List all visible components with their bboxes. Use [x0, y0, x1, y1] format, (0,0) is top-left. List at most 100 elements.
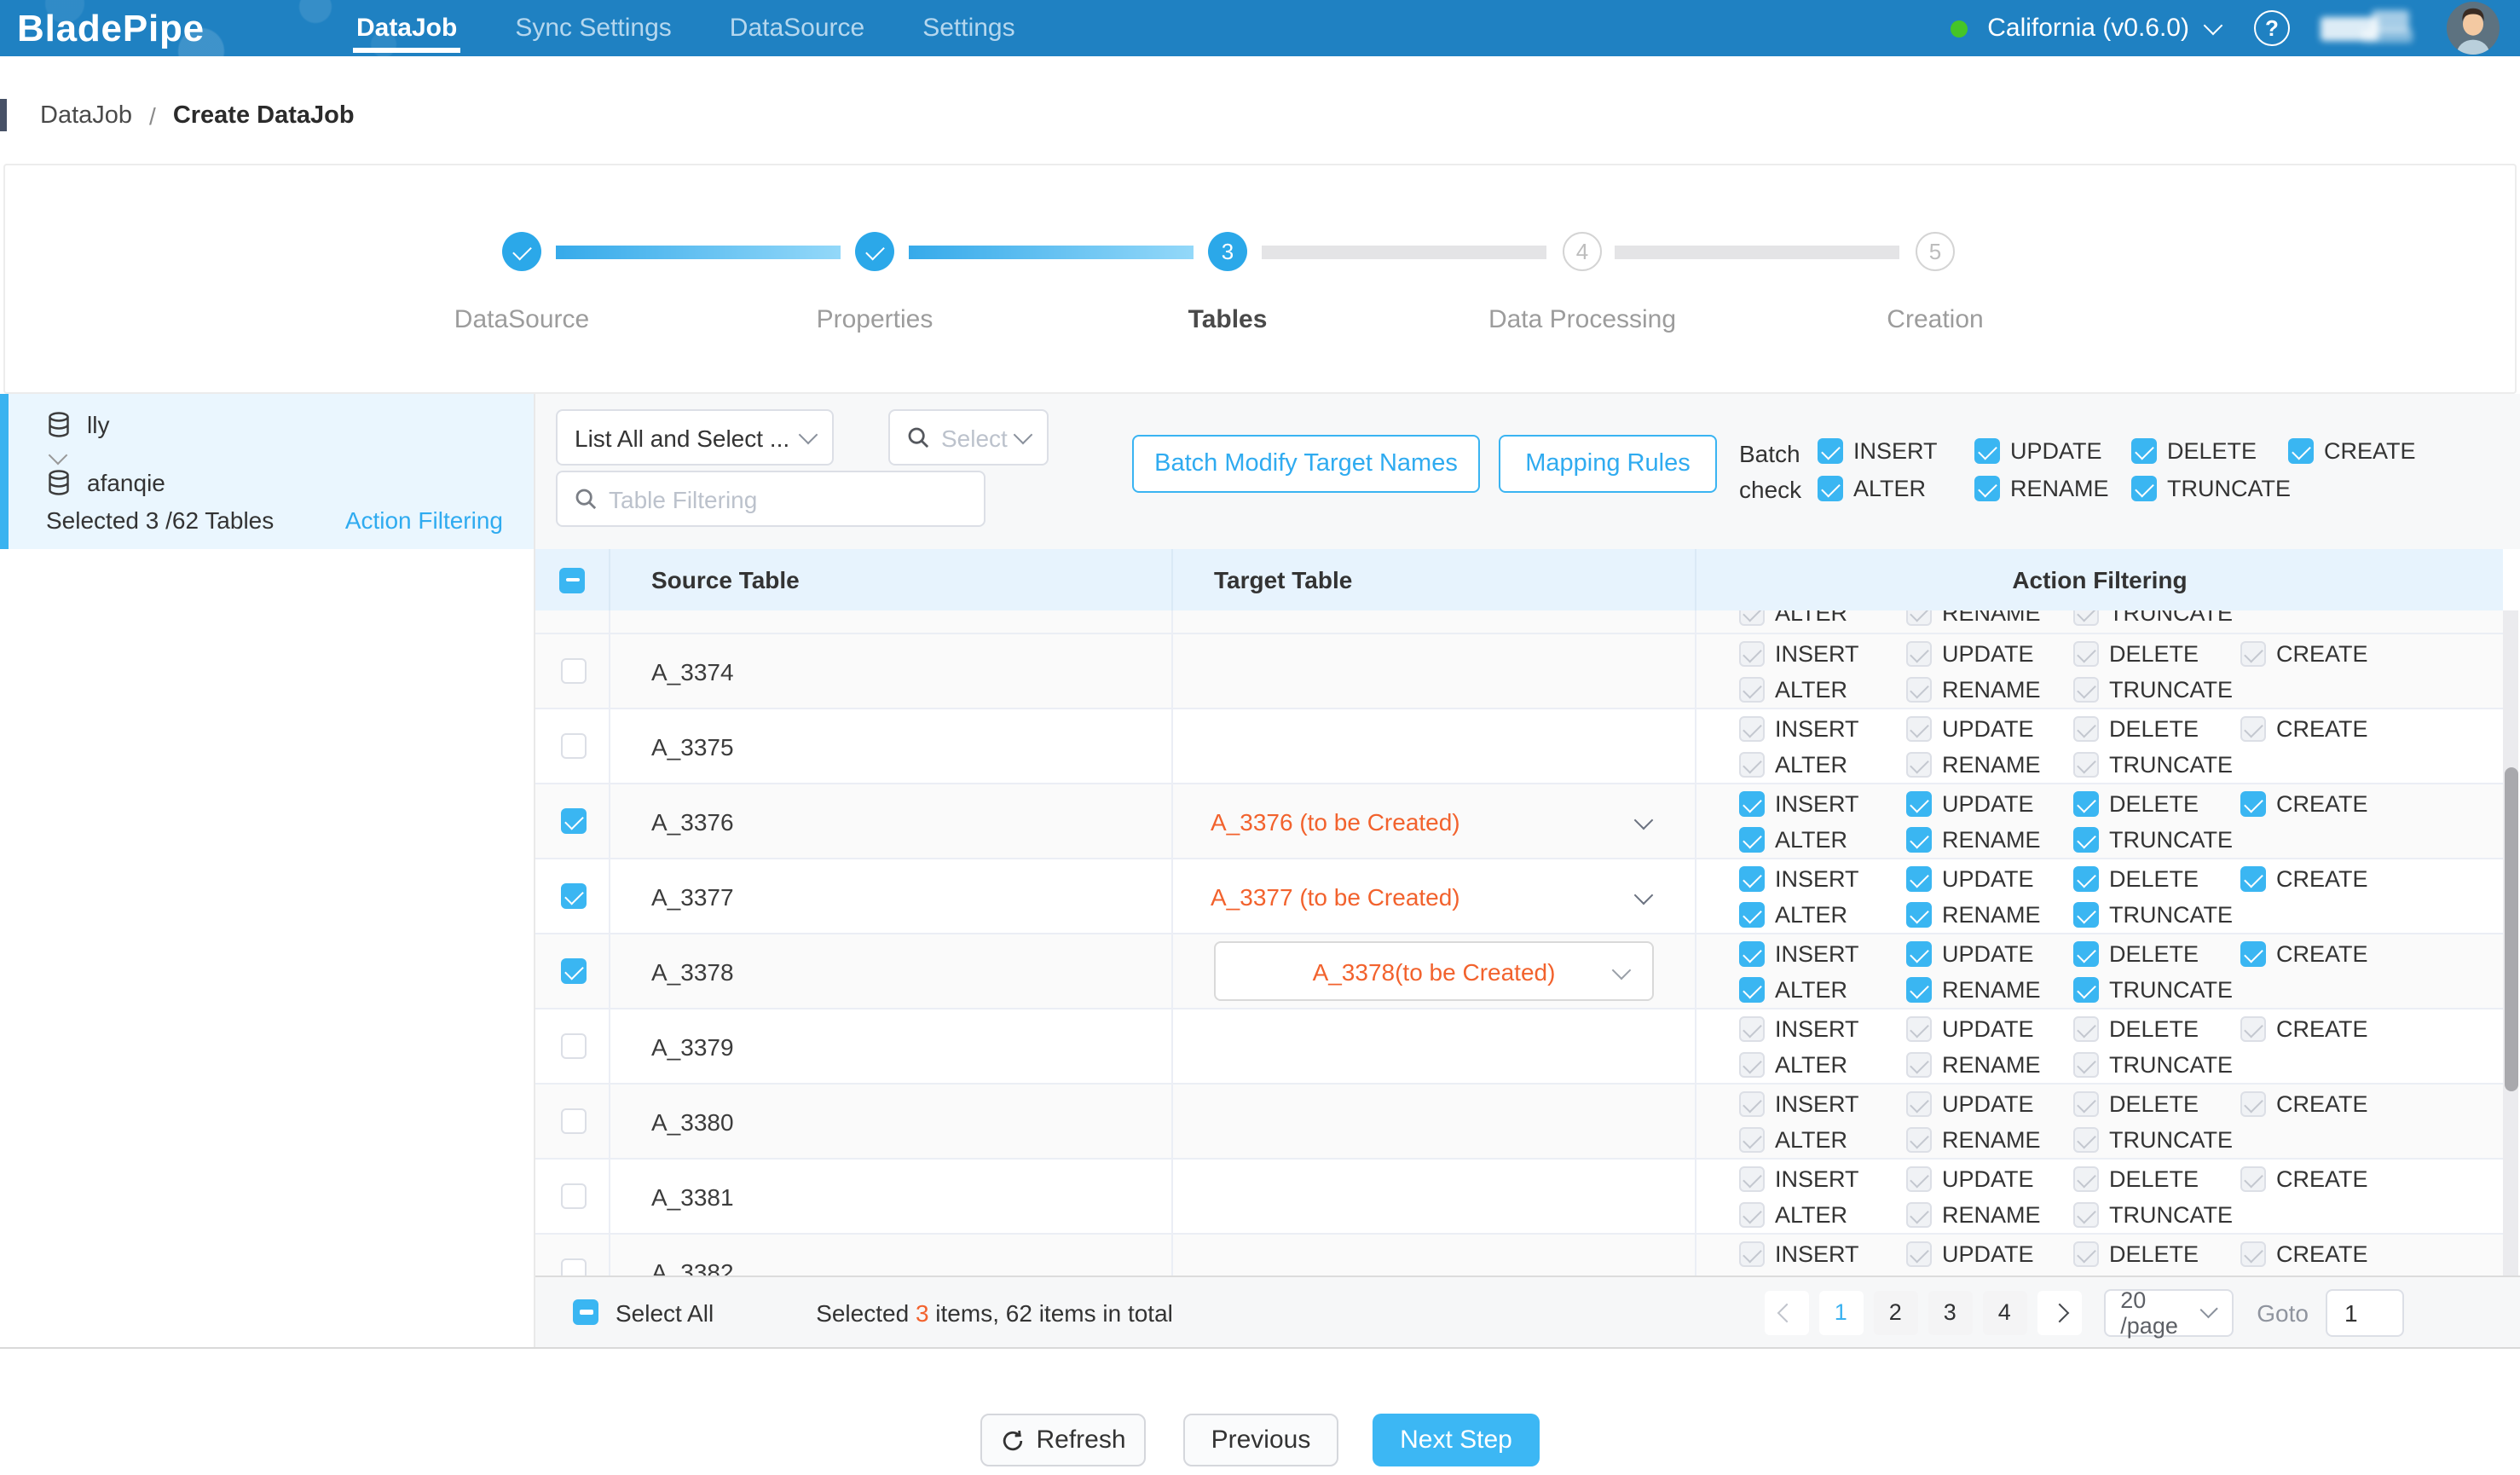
action-filter-rename[interactable]: RENAME [1906, 977, 2073, 1003]
action-checkbox-delete[interactable] [2073, 941, 2099, 967]
batch-checkbox-alter[interactable]: ALTER [1818, 476, 1974, 501]
action-label: RENAME [1942, 1127, 2041, 1153]
action-filter-delete[interactable]: DELETE [2073, 791, 2240, 817]
action-filter-update[interactable]: UPDATE [1906, 941, 2073, 967]
action-checkbox-create[interactable] [2240, 866, 2266, 892]
action-label: INSERT [1775, 716, 1859, 742]
action-checkbox-update[interactable] [1906, 791, 1932, 817]
refresh-button[interactable]: Refresh [980, 1414, 1146, 1466]
row-select-checkbox[interactable] [561, 808, 587, 834]
table-filter-input[interactable]: Table Filtering [556, 471, 985, 527]
batch-checkbox-create[interactable]: CREATE [2288, 438, 2445, 464]
action-filter-update[interactable]: UPDATE [1906, 866, 2073, 892]
nav-tab-settings[interactable]: Settings [893, 0, 1043, 56]
target-table-value[interactable]: A_3377 (to be Created) [1211, 882, 1460, 910]
action-checkbox-insert[interactable] [1739, 866, 1765, 892]
action-checkbox-rename[interactable] [1906, 977, 1932, 1003]
mapping-rules-button[interactable]: Mapping Rules [1499, 435, 1717, 493]
target-table-cell[interactable]: A_3377 (to be Created) [1173, 859, 1696, 933]
target-table-select[interactable]: A_3378(to be Created) [1214, 941, 1654, 1001]
action-checkbox-insert[interactable] [1739, 791, 1765, 817]
breadcrumb-parent[interactable]: DataJob [40, 101, 132, 129]
action-checkbox-insert[interactable] [1739, 941, 1765, 967]
action-filter-delete[interactable]: DELETE [2073, 866, 2240, 892]
datasource-summary-card[interactable]: lly afanqie Selected 3 /62 Tables Action… [0, 394, 534, 549]
pagination-page-1[interactable]: 1 [1818, 1290, 1863, 1334]
username-redacted[interactable] [2321, 13, 2423, 43]
nav-tab-datajob[interactable]: DataJob [327, 0, 486, 56]
action-filter-rename[interactable]: RENAME [1906, 827, 2073, 853]
row-select-checkbox[interactable] [561, 1108, 587, 1134]
action-filtering-link[interactable]: Action Filtering [345, 506, 503, 534]
batch-checkbox-rename[interactable]: RENAME [1974, 476, 2131, 501]
chevron-down-icon[interactable] [2204, 15, 2223, 35]
action-checkbox-truncate[interactable] [2073, 902, 2099, 928]
batch-checkbox-insert[interactable]: INSERT [1818, 438, 1974, 464]
batch-checkbox-delete[interactable]: DELETE [2131, 438, 2288, 464]
batch-modify-target-names-button[interactable]: Batch Modify Target Names [1132, 435, 1480, 493]
schema-select[interactable]: Select [888, 409, 1049, 466]
app-logo[interactable]: BladePipe [17, 6, 205, 50]
action-checkbox-truncate[interactable] [2073, 977, 2099, 1003]
action-checkbox-delete[interactable] [2073, 866, 2099, 892]
target-table-value[interactable]: A_3376 (to be Created) [1211, 807, 1460, 835]
action-checkbox-update[interactable] [1906, 866, 1932, 892]
pagination-page-3[interactable]: 3 [1928, 1290, 1972, 1334]
action-filter-alter[interactable]: ALTER [1739, 827, 1906, 853]
action-filter-update[interactable]: UPDATE [1906, 791, 2073, 817]
action-filter-insert[interactable]: INSERT [1739, 866, 1906, 892]
avatar[interactable] [2447, 2, 2500, 55]
action-filter-truncate[interactable]: TRUNCATE [2073, 977, 2240, 1003]
pagination-page-2[interactable]: 2 [1873, 1290, 1917, 1334]
action-filter-insert[interactable]: INSERT [1739, 941, 1906, 967]
action-checkbox-alter[interactable] [1739, 827, 1765, 853]
action-filter-truncate[interactable]: TRUNCATE [2073, 827, 2240, 853]
target-table-cell[interactable]: A_3376 (to be Created) [1173, 784, 1696, 858]
row-select-checkbox[interactable] [561, 1258, 587, 1275]
action-checkbox-create[interactable] [2240, 791, 2266, 817]
row-select-checkbox[interactable] [561, 883, 587, 909]
nav-tab-datasource[interactable]: DataSource [701, 0, 893, 56]
action-checkbox-create[interactable] [2240, 941, 2266, 967]
select-all-footer-checkbox[interactable] [573, 1299, 598, 1325]
nav-tab-sync-settings[interactable]: Sync Settings [486, 0, 700, 56]
action-checkbox-rename[interactable] [1906, 902, 1932, 928]
next-step-button[interactable]: Next Step [1373, 1414, 1540, 1466]
action-filter-create[interactable]: CREATE [2240, 791, 2407, 817]
row-select-checkbox[interactable] [561, 1033, 587, 1059]
action-filter-rename[interactable]: RENAME [1906, 902, 2073, 928]
action-filter-create[interactable]: CREATE [2240, 941, 2407, 967]
table-scrollbar-track[interactable] [2503, 610, 2518, 1275]
table-scrollbar-thumb[interactable] [2504, 767, 2517, 1091]
batch-checkbox-truncate[interactable]: TRUNCATE [2131, 476, 2288, 501]
action-filter-insert[interactable]: INSERT [1739, 791, 1906, 817]
target-table-cell[interactable]: A_3378(to be Created) [1173, 934, 1696, 1008]
action-checkbox-delete[interactable] [2073, 791, 2099, 817]
action-checkbox-update[interactable] [1906, 941, 1932, 967]
batch-checkbox-update[interactable]: UPDATE [1974, 438, 2131, 464]
action-filter-truncate[interactable]: TRUNCATE [2073, 902, 2240, 928]
region-selector-label[interactable]: California (v0.6.0) [1987, 14, 2189, 43]
goto-page-input[interactable]: 1 [2326, 1288, 2404, 1336]
pagination-prev-button[interactable] [1764, 1290, 1808, 1334]
list-mode-select[interactable]: List All and Select ... [556, 409, 834, 466]
row-select-checkbox[interactable] [561, 958, 587, 984]
action-checkbox-rename[interactable] [1906, 827, 1932, 853]
action-checkbox-alter[interactable] [1739, 977, 1765, 1003]
page-size-select[interactable]: 20 /page [2103, 1288, 2233, 1336]
help-icon[interactable]: ? [2254, 10, 2290, 46]
action-filter-alter[interactable]: ALTER [1739, 902, 1906, 928]
row-select-checkbox[interactable] [561, 1183, 587, 1209]
action-filter-delete[interactable]: DELETE [2073, 941, 2240, 967]
action-checkbox-alter[interactable] [1739, 902, 1765, 928]
action-checkbox-truncate[interactable] [2073, 827, 2099, 853]
previous-button[interactable]: Previous [1183, 1414, 1338, 1466]
pagination-next-button[interactable] [2037, 1290, 2081, 1334]
action-filter-alter[interactable]: ALTER [1739, 977, 1906, 1003]
select-all-checkbox[interactable] [559, 567, 585, 593]
row-select-checkbox[interactable] [561, 658, 587, 684]
action-filter-create[interactable]: CREATE [2240, 866, 2407, 892]
pagination-page-4[interactable]: 4 [1982, 1290, 2026, 1334]
check-icon [865, 240, 883, 258]
row-select-checkbox[interactable] [561, 733, 587, 759]
